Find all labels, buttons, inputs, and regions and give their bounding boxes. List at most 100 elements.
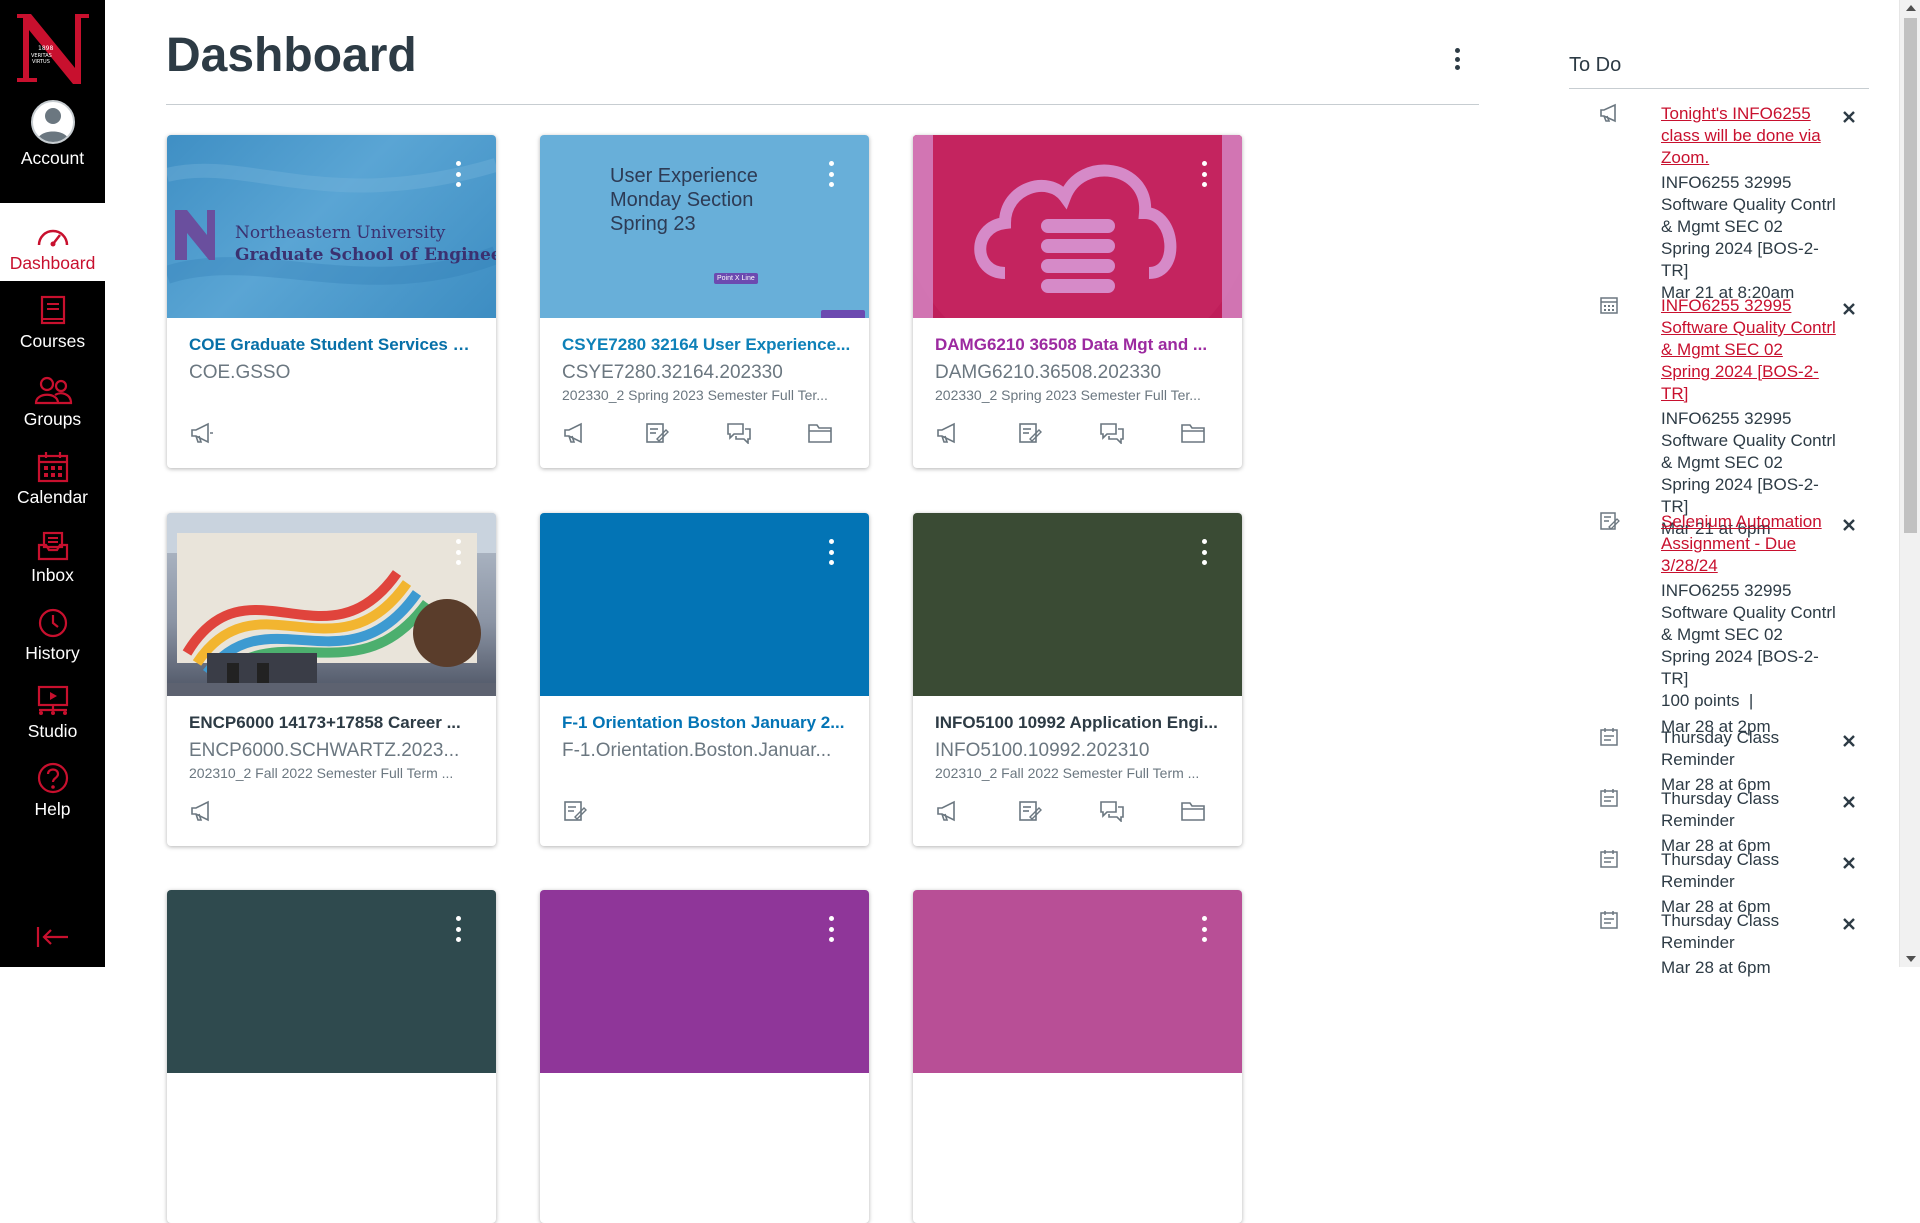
- nav-courses[interactable]: Courses: [0, 281, 105, 359]
- nav-groups[interactable]: Groups: [0, 359, 105, 437]
- discussions-icon[interactable]: [1097, 796, 1127, 826]
- card-options-button[interactable]: [1198, 159, 1210, 189]
- announcements-icon[interactable]: [187, 796, 217, 826]
- card-options-button[interactable]: [825, 537, 837, 567]
- northeastern-logo[interactable]: 1898 VERITAS VIRTUS: [0, 0, 105, 95]
- course-card[interactable]: DAMG6210 36508 Data Mgt and ... DAMG6210…: [913, 135, 1242, 468]
- course-card[interactable]: [167, 890, 496, 1223]
- announcements-icon[interactable]: [933, 418, 963, 448]
- todo-item[interactable]: INFO6255 32995 Software Quality Contrl &…: [1599, 295, 1869, 538]
- files-icon[interactable]: [805, 418, 835, 448]
- card-title[interactable]: CSYE7280 32164 User Experience...: [562, 335, 852, 355]
- card-code: DAMG6210.36508.202330: [935, 362, 1162, 383]
- card-options-button[interactable]: [825, 914, 837, 944]
- dismiss-button[interactable]: [1839, 731, 1859, 751]
- todo-link[interactable]: INFO6255 32995 Software Quality Contrl &…: [1661, 295, 1836, 405]
- files-icon[interactable]: [1178, 796, 1208, 826]
- announcements-icon[interactable]: [560, 418, 590, 448]
- todo-item[interactable]: Tonight's INFO6255 class will be done vi…: [1599, 103, 1869, 302]
- card-hero[interactable]: [540, 513, 869, 696]
- scroll-thumb[interactable]: [1904, 18, 1917, 533]
- todo-meta: Mar 28 at 6pm: [1661, 958, 1771, 977]
- card-options-button[interactable]: [452, 537, 464, 567]
- scroll-down-icon[interactable]: [1906, 956, 1916, 962]
- nav-label: Dashboard: [9, 252, 96, 273]
- todo-text[interactable]: Thursday Class Reminder: [1661, 849, 1836, 893]
- dashboard-options-button[interactable]: [1445, 44, 1469, 74]
- dismiss-button[interactable]: [1839, 792, 1859, 812]
- card-hero[interactable]: User Experience Monday Section Spring 23…: [540, 135, 869, 318]
- card-options-button[interactable]: [1198, 537, 1210, 567]
- todo-text[interactable]: Thursday Class Reminder: [1661, 910, 1836, 954]
- todo-item[interactable]: Thursday Class Reminder Mar 28 at 6pm: [1599, 788, 1869, 855]
- todo-item[interactable]: Selenium Automation Assignment - Due 3/2…: [1599, 511, 1869, 736]
- nav-account[interactable]: Account: [0, 98, 105, 176]
- card-options-button[interactable]: [452, 159, 464, 189]
- course-card[interactable]: F-1 Orientation Boston January 2... F-1.…: [540, 513, 869, 846]
- scroll-up-icon[interactable]: [1906, 5, 1916, 11]
- card-title[interactable]: INFO5100 10992 Application Engi...: [935, 713, 1225, 733]
- assignments-icon[interactable]: [1015, 418, 1045, 448]
- nav-history[interactable]: History: [0, 593, 105, 671]
- hero-tag: Point X Line: [714, 273, 758, 284]
- note-icon: [1599, 788, 1621, 810]
- dashboard-icon: [37, 229, 68, 246]
- course-card[interactable]: Northeastern University Graduate School …: [167, 135, 496, 468]
- course-card[interactable]: ENCP6000 14173+17858 Career ... ENCP6000…: [167, 513, 496, 846]
- card-hero[interactable]: [913, 890, 1242, 1073]
- assignments-icon[interactable]: [642, 418, 672, 448]
- announcements-icon[interactable]: [187, 418, 217, 448]
- todo-link[interactable]: Tonight's INFO6255 class will be done vi…: [1661, 103, 1836, 169]
- card-hero[interactable]: [167, 890, 496, 1073]
- discussions-icon[interactable]: [1097, 418, 1127, 448]
- course-card[interactable]: [913, 890, 1242, 1223]
- calendar-icon: [37, 451, 68, 482]
- todo-link[interactable]: Selenium Automation Assignment - Due 3/2…: [1661, 511, 1836, 577]
- course-card[interactable]: INFO5100 10992 Application Engi... INFO5…: [913, 513, 1242, 846]
- card-hero[interactable]: Northeastern University Graduate School …: [167, 135, 496, 318]
- nav-label: Calendar: [16, 486, 89, 507]
- nav-calendar[interactable]: Calendar: [0, 437, 105, 515]
- nav-help[interactable]: Help: [0, 749, 105, 827]
- nav-inbox[interactable]: Inbox: [0, 515, 105, 593]
- dismiss-button[interactable]: [1839, 107, 1859, 127]
- todo-item[interactable]: Thursday Class Reminder Mar 28 at 6pm: [1599, 727, 1869, 794]
- card-hero[interactable]: [167, 513, 496, 696]
- card-title[interactable]: COE Graduate Student Services O...: [189, 335, 479, 355]
- nav-dashboard[interactable]: Dashboard: [0, 203, 105, 281]
- dismiss-button[interactable]: [1839, 299, 1859, 319]
- note-icon: [1599, 849, 1621, 871]
- assignments-icon[interactable]: [1015, 796, 1045, 826]
- card-hero[interactable]: [540, 890, 869, 1073]
- card-title[interactable]: DAMG6210 36508 Data Mgt and ...: [935, 335, 1225, 355]
- nav-studio[interactable]: Studio: [0, 671, 105, 749]
- card-code: CSYE7280.32164.202330: [562, 362, 783, 383]
- card-title[interactable]: ENCP6000 14173+17858 Career ...: [189, 713, 479, 733]
- todo-text[interactable]: Thursday Class Reminder: [1661, 727, 1836, 771]
- card-title[interactable]: F-1 Orientation Boston January 2...: [562, 713, 852, 733]
- announcement-icon: [1599, 103, 1621, 125]
- collapse-nav-button[interactable]: [0, 907, 105, 967]
- main-content: Dashboard Northeastern University Gradua…: [105, 0, 1495, 1223]
- todo-item[interactable]: Thursday Class Reminder Mar 28 at 6pm: [1599, 849, 1869, 916]
- nav-label: Studio: [27, 720, 78, 741]
- card-hero[interactable]: [913, 513, 1242, 696]
- discussions-icon[interactable]: [724, 418, 754, 448]
- todo-text[interactable]: Thursday Class Reminder: [1661, 788, 1836, 832]
- card-hero[interactable]: [913, 135, 1242, 318]
- card-options-button[interactable]: [1198, 914, 1210, 944]
- course-card[interactable]: User Experience Monday Section Spring 23…: [540, 135, 869, 468]
- dismiss-button[interactable]: [1839, 515, 1859, 535]
- todo-item[interactable]: Thursday Class Reminder Mar 28 at 6pm: [1599, 910, 1869, 977]
- card-options-button[interactable]: [825, 159, 837, 189]
- card-options-button[interactable]: [452, 914, 464, 944]
- page-scrollbar[interactable]: [1899, 0, 1920, 967]
- files-icon[interactable]: [1178, 418, 1208, 448]
- dismiss-button[interactable]: [1839, 914, 1859, 934]
- course-card[interactable]: [540, 890, 869, 1223]
- dismiss-button[interactable]: [1839, 853, 1859, 873]
- assignments-icon[interactable]: [560, 796, 590, 826]
- inbox-icon: [37, 531, 68, 560]
- todo-sidebar: To Do Tonight's INFO6255 class will be d…: [1569, 0, 1869, 977]
- announcements-icon[interactable]: [933, 796, 963, 826]
